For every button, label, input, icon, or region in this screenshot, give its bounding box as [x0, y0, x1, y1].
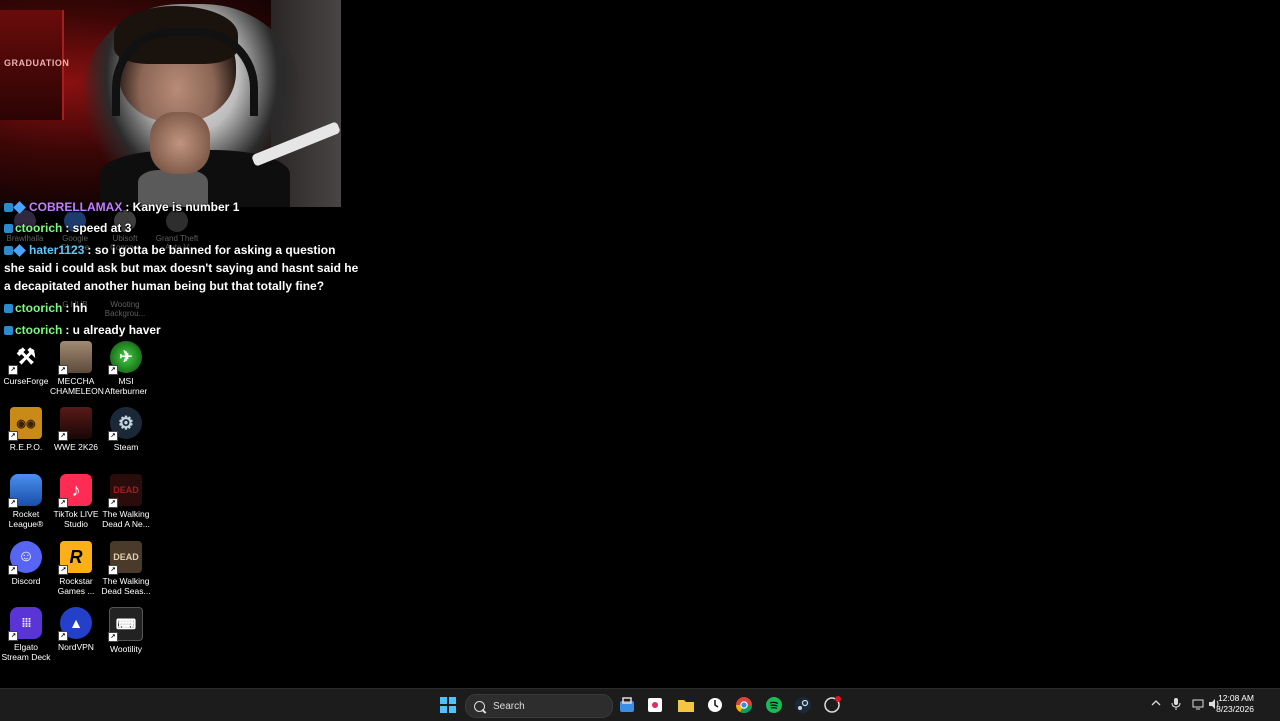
- desktop-icon-tiktok-live-studio[interactable]: ♪ ↗ TikTok LIVE Studio: [50, 474, 102, 529]
- desktop-icon-wootility[interactable]: ⌨ ↗ Wootility: [100, 607, 152, 654]
- desktop-icon-meccha-chameleon[interactable]: ↗ MECCHA CHAMELEON: [50, 341, 104, 396]
- show-hidden-icons[interactable]: [1151, 698, 1161, 711]
- nordvpn-icon: ▲ ↗: [58, 607, 92, 641]
- ghost-icon-wooting: Wooting Backgrou...: [104, 300, 146, 318]
- desktop-icon-rockstar-games[interactable]: R ↗ Rockstar Games ...: [50, 541, 102, 596]
- walking-dead-icon: DEAD ↗: [108, 474, 142, 508]
- desktop-icon-rocket-league[interactable]: ↗ Rocket League®: [0, 474, 52, 529]
- chevron-up-icon: [1151, 700, 1161, 706]
- taskbar-clock-app[interactable]: [705, 695, 725, 715]
- chrome-icon: [736, 697, 752, 713]
- desktop-icon-nordvpn[interactable]: ▲ ↗ NordVPN: [50, 607, 102, 652]
- headset: [112, 28, 258, 116]
- wootility-icon: ⌨ ↗: [108, 607, 143, 642]
- tiktok-icon: ♪ ↗: [58, 474, 92, 508]
- meccha-chameleon-icon: ↗: [58, 341, 92, 375]
- desktop-icon-repo[interactable]: ◉◉ ↗ R.E.P.O.: [0, 407, 52, 452]
- streamer-hand: [150, 112, 210, 174]
- curseforge-icon: ⚒ ↗: [8, 341, 42, 375]
- windows-icon: [440, 697, 456, 713]
- taskbar-snipping-tool[interactable]: [645, 695, 665, 715]
- taskbar-spotify[interactable]: [764, 695, 784, 715]
- search-box[interactable]: Search: [465, 694, 613, 718]
- microphone-icon: [1171, 698, 1181, 710]
- recording-icon: [824, 696, 841, 713]
- desktop-icon-msi-afterburner[interactable]: ✈ ↗ MSI Afterburner: [100, 341, 152, 396]
- taskbar-steam[interactable]: [793, 695, 813, 715]
- network-tray[interactable]: [1192, 698, 1204, 713]
- desktop-icon-wwe-2k26[interactable]: ↗ WWE 2K26: [50, 407, 102, 452]
- rockstar-icon: R ↗: [58, 541, 92, 575]
- microphone-tray[interactable]: [1171, 698, 1181, 713]
- chat-message: ctoorich: u already haver: [4, 321, 161, 339]
- taskbar: Search 12:08 AM 8/23/2026: [0, 688, 1280, 721]
- desktop-icon-walking-dead-season[interactable]: DEAD ↗ The Walking Dead Seas...: [100, 541, 152, 596]
- steam-icon: ⚙ ↗: [108, 407, 142, 441]
- chat-message: COBRELLAMAX: Kanye is number 1: [4, 198, 239, 216]
- msi-afterburner-icon: ✈ ↗: [108, 341, 142, 375]
- desktop-icon-elgato-stream-deck[interactable]: ⁞⁞⁞ ↗ Elgato Stream Deck: [0, 607, 52, 662]
- clock-time: 12:08 AM: [1218, 693, 1254, 703]
- desktop-icon-walking-dead-new-frontier[interactable]: DEAD ↗ The Walking Dead A Ne...: [100, 474, 152, 529]
- chat-message-continuation: she said i could ask but max doesn't say…: [4, 261, 359, 275]
- steam-icon: [795, 697, 811, 713]
- taskbar-file-explorer[interactable]: [676, 695, 696, 715]
- taskbar-recording-app[interactable]: [822, 695, 842, 715]
- store-icon: [620, 697, 634, 712]
- start-button[interactable]: [438, 695, 458, 715]
- chat-message: ctoorich: speed at 3: [4, 219, 131, 237]
- folder-icon: [678, 700, 694, 712]
- clock-icon: [708, 698, 722, 712]
- desktop-icon-curseforge[interactable]: ⚒ ↗ CurseForge: [0, 341, 52, 386]
- taskbar-chrome[interactable]: [734, 695, 754, 715]
- chat-message: hater1123: so i gotta be banned for aski…: [4, 241, 335, 259]
- spotify-icon: [766, 697, 782, 713]
- taskbar-store[interactable]: [617, 695, 637, 715]
- network-icon: [1192, 699, 1204, 710]
- stream-deck-icon: ⁞⁞⁞ ↗: [8, 607, 42, 641]
- webcam-overlay: GRADUATION ER: [0, 0, 341, 207]
- desktop-icon-steam[interactable]: ⚙ ↗ Steam: [100, 407, 152, 452]
- wwe-2k26-icon: ↗: [58, 407, 92, 441]
- graduation-poster: GRADUATION: [0, 10, 69, 120]
- walking-dead-season-icon: DEAD ↗: [108, 541, 142, 575]
- discord-icon: ☺ ↗: [8, 541, 42, 575]
- chat-message-continuation: a decapitated another human being but th…: [4, 279, 325, 293]
- snipping-tool-icon: [648, 698, 662, 712]
- chat-message: ctoorich: hh: [4, 299, 87, 317]
- repo-icon: ◉◉ ↗: [8, 407, 42, 441]
- system-clock[interactable]: 12:08 AM 8/23/2026: [1216, 693, 1254, 715]
- rocket-league-icon: ↗: [8, 474, 42, 508]
- desktop-icon-discord[interactable]: ☺ ↗ Discord: [0, 541, 52, 586]
- clock-date: 8/23/2026: [1216, 704, 1254, 714]
- search-icon: [474, 700, 485, 712]
